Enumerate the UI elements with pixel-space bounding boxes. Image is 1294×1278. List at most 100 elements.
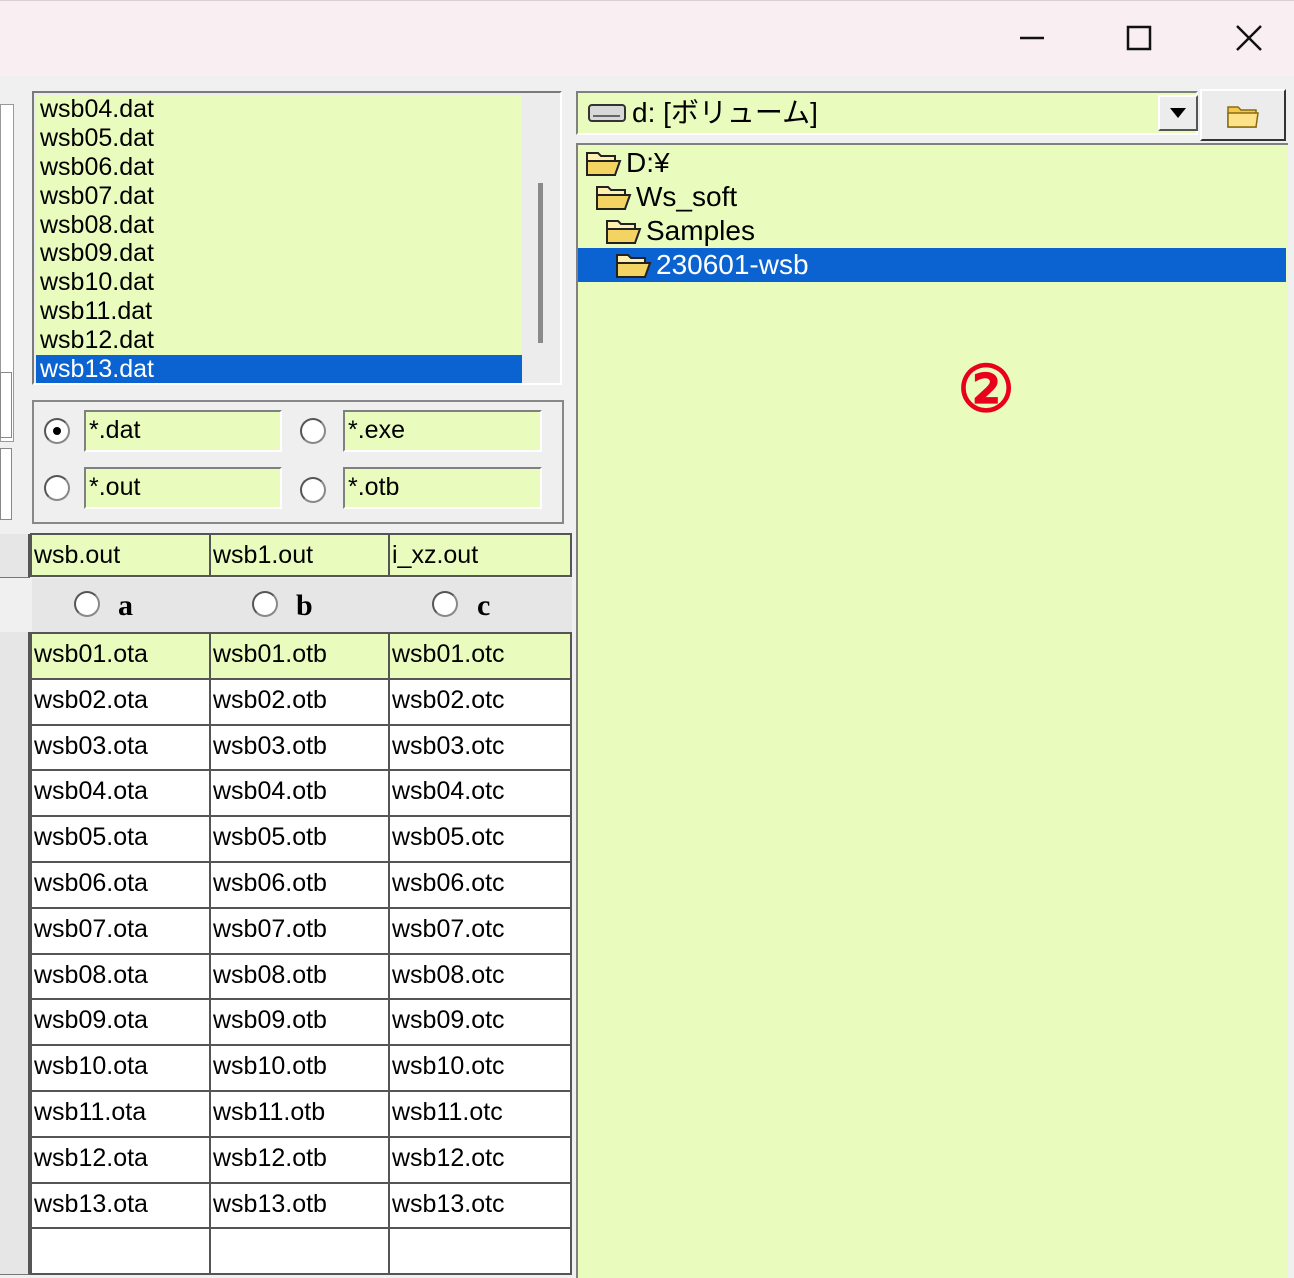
table-cell[interactable]: wsb05.otc (388, 815, 572, 863)
filter-field-dat[interactable]: *.dat (84, 410, 282, 452)
column-radio-a[interactable] (74, 591, 100, 617)
table-cell[interactable]: wsb01.otc (388, 632, 572, 680)
minimize-icon (1020, 36, 1044, 40)
output-file-cell[interactable]: wsb1.out (209, 533, 390, 577)
row-handle[interactable] (0, 534, 30, 578)
filter-radio-exe[interactable] (300, 418, 326, 444)
directory-item[interactable]: D:¥ (584, 146, 670, 180)
file-list-item[interactable]: wsb13.dat (36, 355, 522, 383)
file-list-item[interactable]: wsb06.dat (36, 153, 522, 182)
row-handle[interactable] (0, 1090, 30, 1138)
row-handle[interactable] (0, 861, 30, 909)
output-file-cell[interactable]: wsb.out (30, 533, 211, 577)
table-cell[interactable]: wsb08.otc (388, 953, 572, 1001)
drive-icon (588, 104, 626, 122)
output-file-cell[interactable]: i_xz.out (388, 533, 572, 577)
table-cell[interactable]: wsb12.otb (209, 1136, 390, 1184)
file-list-item[interactable]: wsb07.dat (36, 182, 522, 211)
table-cell[interactable]: wsb07.otb (209, 907, 390, 955)
table-cell[interactable]: wsb12.ota (30, 1136, 211, 1184)
table-cell[interactable]: wsb12.otc (388, 1136, 572, 1184)
table-cell[interactable]: wsb02.ota (30, 678, 211, 726)
filter-radio-dat[interactable] (44, 418, 70, 444)
table-cell[interactable]: wsb08.ota (30, 953, 211, 1001)
table-cell[interactable]: wsb03.otc (388, 724, 572, 772)
table-cell[interactable]: wsb09.otb (209, 998, 390, 1046)
row-handle[interactable] (0, 998, 30, 1046)
table-cell[interactable]: wsb13.otc (388, 1182, 572, 1230)
table-cell[interactable] (30, 1227, 211, 1275)
file-list-item[interactable]: wsb09.dat (36, 239, 522, 268)
table-cell[interactable]: wsb07.otc (388, 907, 572, 955)
window-edge (1288, 76, 1294, 1278)
table-cell[interactable] (388, 1227, 572, 1275)
table-cell[interactable]: wsb04.otc (388, 769, 572, 817)
filter-field-otb[interactable]: *.otb (343, 467, 542, 509)
table-cell[interactable]: wsb09.otc (388, 998, 572, 1046)
row-handle[interactable] (0, 953, 30, 1001)
file-list-item[interactable]: wsb12.dat (36, 326, 522, 355)
row-handle[interactable] (0, 815, 30, 863)
table-cell[interactable]: wsb04.otb (209, 769, 390, 817)
filter-field-out[interactable]: *.out (84, 467, 282, 509)
left-panel-field[interactable] (0, 372, 12, 438)
column-radio-b[interactable] (252, 591, 278, 617)
row-handle[interactable] (0, 907, 30, 955)
table-cell[interactable]: wsb02.otc (388, 678, 572, 726)
table-cell[interactable]: wsb05.otb (209, 815, 390, 863)
left-panel-field[interactable] (0, 448, 12, 520)
table-cell[interactable]: wsb10.ota (30, 1044, 211, 1092)
maximize-button[interactable] (1084, 0, 1194, 76)
row-handle[interactable] (0, 1044, 30, 1092)
file-list-item[interactable]: wsb05.dat (36, 124, 522, 153)
file-list[interactable]: wsb04.dat wsb05.dat wsb06.dat wsb07.dat wsb0… (32, 91, 562, 385)
table-cell[interactable]: wsb08.otb (209, 953, 390, 1001)
table-cell[interactable]: wsb11.otb (209, 1090, 390, 1138)
file-list-item[interactable]: wsb08.dat (36, 211, 522, 240)
directory-item[interactable]: Ws_soft (594, 180, 737, 214)
drive-dropdown-button[interactable] (1158, 95, 1198, 131)
close-button[interactable] (1194, 0, 1294, 76)
directory-item[interactable]: 230601-wsb (578, 248, 1286, 282)
table-cell[interactable] (209, 1227, 390, 1275)
row-handle[interactable] (0, 1227, 30, 1275)
table-cell[interactable]: wsb02.otb (209, 678, 390, 726)
column-label-a: a (118, 589, 133, 622)
row-handle[interactable] (0, 1136, 30, 1184)
table-cell[interactable]: wsb04.ota (30, 769, 211, 817)
file-list-item[interactable]: wsb04.dat (36, 95, 522, 124)
directory-tree[interactable] (576, 143, 1290, 1278)
table-cell[interactable]: wsb11.otc (388, 1090, 572, 1138)
filter-radio-otb[interactable] (300, 477, 326, 503)
table-cell[interactable]: wsb06.ota (30, 861, 211, 909)
minimize-button[interactable] (977, 0, 1087, 76)
table-cell[interactable]: wsb11.ota (30, 1090, 211, 1138)
column-radio-c[interactable] (432, 591, 458, 617)
row-handle[interactable] (0, 769, 30, 817)
table-cell[interactable]: wsb10.otc (388, 1044, 572, 1092)
directory-item[interactable]: Samples (604, 214, 755, 248)
filter-radio-out[interactable] (44, 475, 70, 501)
table-cell[interactable]: wsb06.otb (209, 861, 390, 909)
table-cell[interactable]: wsb01.ota (30, 632, 211, 680)
table-cell[interactable]: wsb10.otb (209, 1044, 390, 1092)
filter-field-exe[interactable]: *.exe (343, 410, 542, 452)
table-cell[interactable]: wsb07.ota (30, 907, 211, 955)
row-handle[interactable] (0, 724, 30, 772)
table-cell[interactable]: wsb09.ota (30, 998, 211, 1046)
chevron-down-icon (1170, 108, 1186, 118)
table-cell[interactable]: wsb05.ota (30, 815, 211, 863)
browse-folder-button[interactable] (1200, 89, 1286, 141)
table-cell[interactable]: wsb01.otb (209, 632, 390, 680)
table-cell[interactable]: wsb03.otb (209, 724, 390, 772)
table-cell[interactable]: wsb13.otb (209, 1182, 390, 1230)
row-handle[interactable] (0, 1182, 30, 1230)
row-handle[interactable] (0, 678, 30, 726)
file-list-item[interactable]: wsb11.dat (36, 297, 522, 326)
file-list-item[interactable]: wsb10.dat (36, 268, 522, 297)
table-cell[interactable]: wsb13.ota (30, 1182, 211, 1230)
table-cell[interactable]: wsb06.otc (388, 861, 572, 909)
file-list-scrollbar[interactable] (538, 183, 543, 343)
table-cell[interactable]: wsb03.ota (30, 724, 211, 772)
row-handle[interactable] (0, 632, 30, 680)
